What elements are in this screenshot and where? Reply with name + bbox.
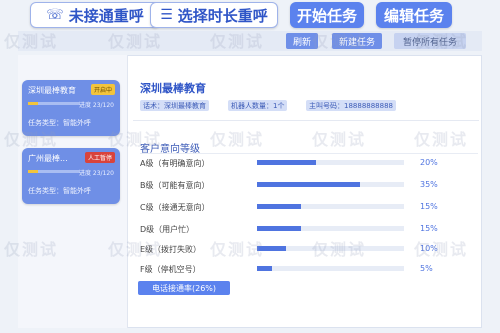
level-percent: 15% — [420, 202, 438, 211]
level-percent: 20% — [420, 158, 438, 167]
level-bar — [257, 266, 272, 271]
task-type: 任务类型：智能外呼 — [28, 119, 91, 127]
status-badge: 开启中 — [90, 84, 115, 95]
level-bar-track — [257, 246, 404, 251]
list-icon: ☰ — [160, 7, 173, 23]
level-label: B级（可能有意向） — [140, 181, 210, 190]
level-bar-track — [257, 160, 404, 165]
divider — [133, 120, 479, 121]
level-label: E级（拨打失败） — [140, 245, 202, 254]
level-label: C级（接通无意向） — [140, 203, 210, 212]
phone-missed-icon: ☏ — [46, 7, 64, 23]
task-card[interactable]: 广州最棒... 人工暂停 进度 23/120 任务类型：智能外呼 — [22, 148, 120, 204]
level-label: F级（停机空号） — [140, 265, 201, 274]
task-progress-bar — [28, 170, 80, 173]
robot-count-chip: 机器人数量：1个 — [228, 100, 288, 111]
task-progress-text: 进度 23/120 — [78, 170, 114, 177]
task-title: 深圳最棒教育 — [140, 82, 206, 95]
level-bar-track — [257, 266, 404, 271]
status-badge: 人工暂停 — [84, 152, 115, 163]
select-redial-label: 选择时长重呼 — [177, 6, 268, 25]
level-bar-track — [257, 182, 404, 187]
level-bar — [257, 246, 287, 251]
level-percent: 35% — [420, 180, 438, 189]
start-task-button[interactable]: 开始任务 — [290, 2, 364, 28]
task-progress-text: 进度 23/120 — [78, 102, 114, 109]
refresh-button[interactable]: 刷新 — [286, 33, 318, 49]
edit-task-button[interactable]: 编辑任务 — [376, 2, 452, 28]
level-percent: 10% — [420, 244, 438, 253]
new-task-button[interactable]: 新建任务 — [332, 33, 382, 49]
select-duration-redial-button[interactable]: ☰ 选择时长重呼 — [150, 2, 278, 28]
task-type: 任务类型：智能外呼 — [28, 187, 91, 195]
script-chip: 话术：深圳最棒教育 — [140, 100, 209, 111]
missed-redial-button[interactable]: ☏ 未接通重呼 — [30, 2, 160, 28]
connect-rate-button[interactable]: 电话接通率(26%) — [138, 281, 230, 295]
level-bar-track — [257, 204, 404, 209]
level-label: D级（用户忙） — [140, 225, 195, 234]
level-bar — [257, 182, 360, 187]
level-bar — [257, 226, 302, 231]
missed-redial-label: 未接通重呼 — [68, 6, 144, 25]
caller-number-chip: 主叫号码：18888888888 — [306, 100, 396, 111]
level-percent: 5% — [420, 264, 433, 273]
task-progress-bar — [28, 102, 80, 105]
pause-all-button[interactable]: 暂停所有任务 — [394, 33, 466, 49]
divider — [140, 153, 478, 154]
task-name: 深圳最棒教育 — [28, 86, 76, 95]
task-card[interactable]: 深圳最棒教育 开启中 进度 23/120 任务类型：智能外呼 — [22, 80, 120, 136]
level-bar-track — [257, 226, 404, 231]
task-name: 广州最棒... — [28, 154, 68, 163]
level-percent: 15% — [420, 224, 438, 233]
level-bar — [257, 204, 302, 209]
level-bar — [257, 160, 316, 165]
level-label: A级（有明确意向） — [140, 159, 210, 168]
